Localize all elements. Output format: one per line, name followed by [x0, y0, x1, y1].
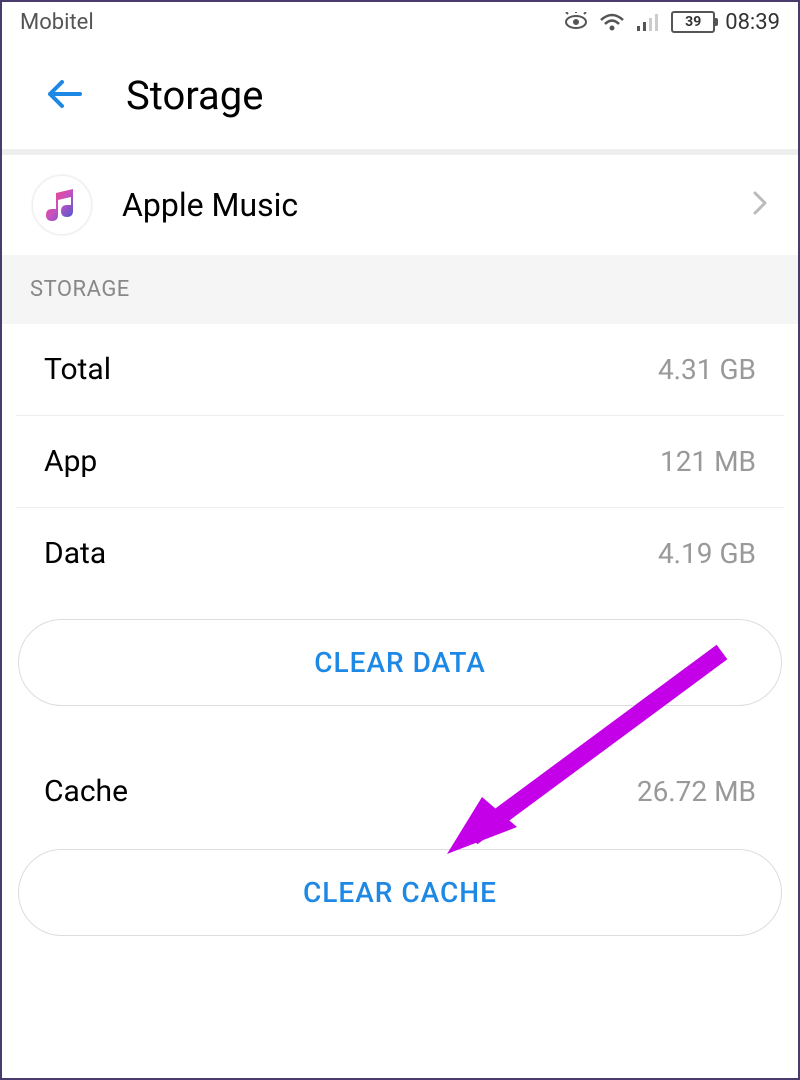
data-value: 4.19 GB	[658, 537, 756, 570]
battery-percent: 39	[685, 14, 701, 30]
clear-cache-container: CLEAR CACHE	[2, 829, 798, 966]
status-bar: Mobitel 39 08:39	[2, 2, 798, 42]
chevron-right-icon	[752, 190, 768, 220]
clear-data-container: CLEAR DATA	[2, 599, 798, 736]
app-label: App	[44, 444, 97, 479]
total-label: Total	[44, 352, 111, 387]
cache-label: Cache	[44, 774, 128, 809]
carrier-label: Mobitel	[20, 10, 94, 35]
wifi-icon	[599, 12, 625, 32]
app-row: App 121 MB	[16, 416, 784, 508]
eye-comfort-icon	[563, 12, 589, 32]
clock-time: 08:39	[725, 10, 780, 35]
total-value: 4.31 GB	[658, 353, 756, 386]
back-arrow-icon[interactable]	[42, 75, 86, 117]
page-header: Storage	[2, 42, 798, 149]
cache-value: 26.72 MB	[637, 775, 756, 808]
status-icons: 39 08:39	[563, 10, 780, 35]
signal-icon	[635, 12, 661, 32]
apple-music-icon	[32, 175, 92, 235]
app-info-row[interactable]: Apple Music	[2, 155, 798, 255]
storage-section-header: STORAGE	[2, 255, 798, 324]
total-row: Total 4.31 GB	[16, 324, 784, 416]
app-name-label: Apple Music	[122, 186, 722, 224]
page-title: Storage	[126, 72, 263, 119]
data-label: Data	[44, 536, 106, 571]
clear-data-button[interactable]: CLEAR DATA	[18, 619, 782, 706]
cache-section: Cache 26.72 MB CLEAR CACHE	[2, 736, 798, 966]
cache-row: Cache 26.72 MB	[16, 746, 784, 829]
battery-icon: 39	[671, 11, 715, 33]
clear-cache-button[interactable]: CLEAR CACHE	[18, 849, 782, 936]
app-value: 121 MB	[660, 445, 756, 478]
data-row: Data 4.19 GB	[16, 508, 784, 599]
